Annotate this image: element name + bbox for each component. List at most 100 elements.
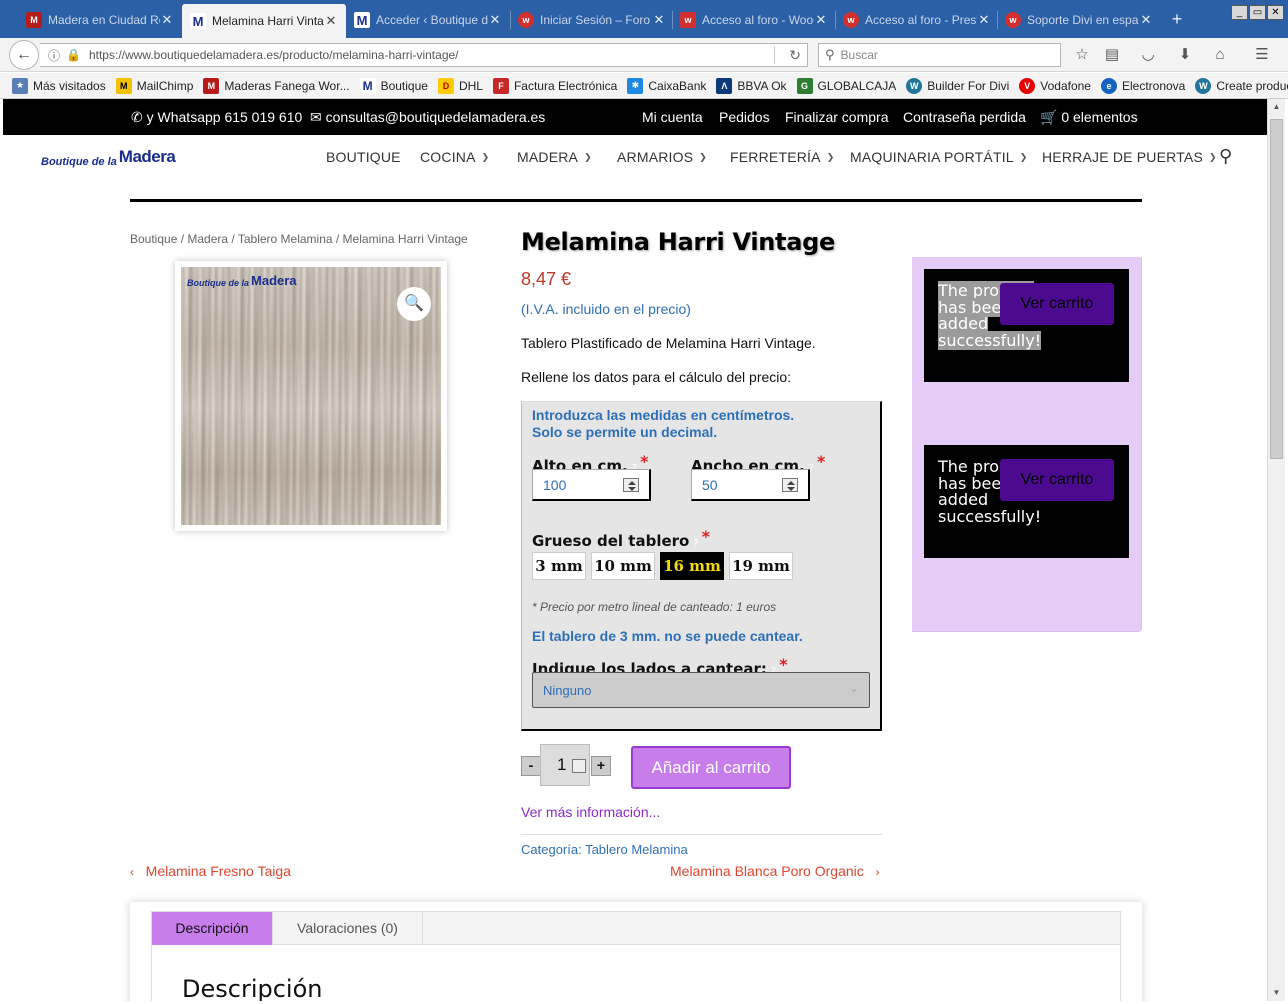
- page-scrollbar[interactable]: ▲ ▼: [1267, 99, 1285, 1001]
- browser-tab[interactable]: w Acceso al foro - Prestashop ✕: [835, 5, 999, 35]
- view-cart-button[interactable]: Ver carrito: [1000, 283, 1114, 325]
- quantity-input[interactable]: 1: [540, 744, 590, 786]
- more-info-link[interactable]: Ver más información...: [521, 804, 660, 820]
- product-image-frame: Boutique de la Madera 🔍: [175, 261, 447, 531]
- url-bar[interactable]: ⓘ 🔒 https://www.boutiquedelamadera.es/pr…: [40, 43, 808, 67]
- checkout-link[interactable]: Finalizar compra: [785, 109, 888, 125]
- thickness-option-16mm-selected[interactable]: 16 mm: [660, 552, 724, 580]
- add-to-cart-button[interactable]: Añadir al carrito: [631, 746, 791, 789]
- chevron-down-icon: ❯: [584, 152, 592, 162]
- menu-item-boutique[interactable]: BOUTIQUE: [326, 149, 401, 165]
- whatsapp-link[interactable]: ✆ y Whatsapp 615 019 610: [131, 109, 302, 126]
- bookmark-item[interactable]: F Factura Electrónica: [492, 77, 617, 94]
- ancho-input[interactable]: 50: [691, 469, 810, 501]
- bookmark-item[interactable]: V Vodafone: [1019, 77, 1091, 94]
- bbva-icon: Λ: [716, 77, 733, 94]
- email-link[interactable]: ✉ consultas@boutiquedelamadera.es: [310, 109, 545, 126]
- bookmark-item[interactable]: W Builder For Divi: [906, 77, 1009, 94]
- prev-product-link[interactable]: ‹ Melamina Fresno Taiga: [130, 863, 291, 879]
- menu-item-ferreteria[interactable]: FERRETERÍA ❯: [730, 149, 834, 165]
- price-calc-prompt: Rellene los datos para el cálculo del pr…: [521, 369, 792, 385]
- close-tab-icon[interactable]: ✕: [1139, 12, 1153, 28]
- new-tab-button[interactable]: +: [1166, 8, 1188, 30]
- close-tab-icon[interactable]: ✕: [160, 12, 174, 28]
- thickness-option-3mm[interactable]: 3 mm: [532, 552, 586, 580]
- bookmark-item[interactable]: ✱ CaixaBank: [627, 77, 706, 94]
- menu-item-madera[interactable]: MADERA ❯: [517, 149, 592, 165]
- menu-item-herraje[interactable]: HERRAJE DE PUERTAS ❯: [1042, 149, 1217, 165]
- sides-select[interactable]: Ninguno ⌄: [532, 672, 870, 708]
- home-icon[interactable]: ⌂: [1210, 45, 1230, 65]
- bookmark-item[interactable]: G GLOBALCAJA: [796, 77, 896, 94]
- bookmark-item[interactable]: M Maderas Fanega Wor...: [203, 77, 350, 94]
- browser-tab[interactable]: w Acceso al foro - WooCommerce ✕: [672, 5, 836, 35]
- chevron-down-icon: ❯: [826, 152, 835, 162]
- close-window-button[interactable]: ✕: [1267, 5, 1284, 20]
- menu-item-armarios[interactable]: ARMARIOS ❯: [617, 149, 707, 165]
- close-tab-icon[interactable]: ✕: [814, 12, 828, 28]
- tab-reviews[interactable]: Valoraciones (0): [273, 912, 423, 945]
- quantity-plus-button[interactable]: +: [591, 756, 611, 776]
- woo-favicon-icon: w: [518, 12, 534, 28]
- breadcrumb[interactable]: Boutique / Madera / Tablero Melamina / M…: [130, 232, 468, 246]
- close-tab-icon[interactable]: ✕: [977, 12, 991, 28]
- back-button[interactable]: ←: [9, 40, 39, 70]
- browser-tab-active[interactable]: M Melamina Harri Vintage ✕: [182, 4, 346, 38]
- number-spinner-icon[interactable]: [623, 478, 639, 492]
- orders-link[interactable]: Pedidos: [719, 109, 770, 125]
- product-image[interactable]: Boutique de la Madera 🔍: [181, 267, 441, 525]
- tab-description[interactable]: Descripción: [152, 912, 273, 945]
- bookmark-item[interactable]: Λ BBVA Ok: [716, 77, 787, 94]
- topbar-cart-link[interactable]: 🛒 0 elementos: [1040, 109, 1138, 126]
- edge-warning: El tablero de 3 mm. no se puede cantear.: [532, 628, 803, 644]
- browser-search-input[interactable]: ⚲ Buscar: [818, 43, 1061, 67]
- bookmark-item[interactable]: M MailChimp: [115, 77, 193, 94]
- scroll-up-icon[interactable]: ▲: [1268, 99, 1285, 115]
- bookmark-item[interactable]: W Create product like on ...: [1195, 77, 1288, 94]
- my-account-link[interactable]: Mi cuenta: [642, 109, 703, 125]
- menu-hamburger-icon[interactable]: ☰: [1252, 45, 1272, 65]
- close-tab-icon[interactable]: ✕: [324, 13, 338, 29]
- bookmark-label: Vodafone: [1040, 78, 1091, 93]
- close-tab-icon[interactable]: ✕: [488, 12, 502, 28]
- browser-tab[interactable]: M Madera en Ciudad Real ✕: [18, 5, 182, 35]
- bookmark-item[interactable]: D DHL: [437, 77, 483, 94]
- scroll-down-icon[interactable]: ▼: [1268, 985, 1285, 1001]
- browser-tab[interactable]: M Acceder ‹ Boutique de la Madera ✕: [346, 5, 510, 35]
- restore-button[interactable]: ▭: [1249, 5, 1266, 20]
- view-cart-button[interactable]: Ver carrito: [1000, 459, 1114, 501]
- zoom-button[interactable]: 🔍: [397, 287, 431, 321]
- menu-item-maquinaria[interactable]: MAQUINARIA PORTÁTIL ❯: [850, 149, 1028, 165]
- close-tab-icon[interactable]: ✕: [652, 12, 666, 28]
- alto-input[interactable]: 100: [532, 469, 651, 501]
- menu-item-cocina[interactable]: COCINA ❯: [420, 149, 489, 165]
- thickness-option-19mm[interactable]: 19 mm: [729, 552, 793, 580]
- bookmark-item[interactable]: ★ Más visitados: [12, 77, 106, 94]
- top-contact-bar: ✆ y Whatsapp 615 019 610 ✉ consultas@bou…: [3, 99, 1267, 135]
- thickness-option-10mm[interactable]: 10 mm: [591, 552, 655, 580]
- reload-icon[interactable]: ↻: [789, 47, 801, 64]
- info-icon[interactable]: ⓘ: [48, 47, 60, 64]
- site-logo[interactable]: Boutique de la Madera: [41, 147, 176, 168]
- reading-list-icon[interactable]: ▤: [1102, 45, 1122, 65]
- download-icon[interactable]: ⬇: [1175, 45, 1195, 65]
- scroll-thumb[interactable]: [1270, 119, 1283, 459]
- product-category-link[interactable]: Categoría: Tablero Melamina: [521, 842, 688, 857]
- next-product-link[interactable]: Melamina Blanca Poro Organic ›: [670, 863, 879, 879]
- quantity-value: 1: [557, 755, 567, 774]
- lost-password-link[interactable]: Contraseña perdida: [903, 109, 1026, 125]
- number-spinner-icon[interactable]: [782, 478, 798, 492]
- pocket-icon[interactable]: ◡: [1138, 45, 1158, 65]
- browser-tab[interactable]: w Iniciar Sesión – Foro ✕: [510, 5, 674, 35]
- quantity-minus-button[interactable]: -: [521, 756, 541, 776]
- browser-tab[interactable]: w Soporte Divi en español ✕: [997, 5, 1161, 35]
- bookmark-item[interactable]: e Electronova: [1100, 77, 1185, 94]
- header-search-icon[interactable]: ⚲: [1219, 146, 1232, 167]
- alto-value: 100: [543, 477, 567, 493]
- bookmark-item[interactable]: M Boutique: [359, 77, 428, 94]
- chevron-down-icon: ❯: [1019, 152, 1028, 162]
- bookmark-star-icon[interactable]: ☆: [1072, 45, 1092, 65]
- minimize-button[interactable]: _: [1231, 5, 1248, 20]
- help-icon[interactable]: ?: [693, 538, 698, 549]
- number-spinner-icon[interactable]: [572, 759, 586, 773]
